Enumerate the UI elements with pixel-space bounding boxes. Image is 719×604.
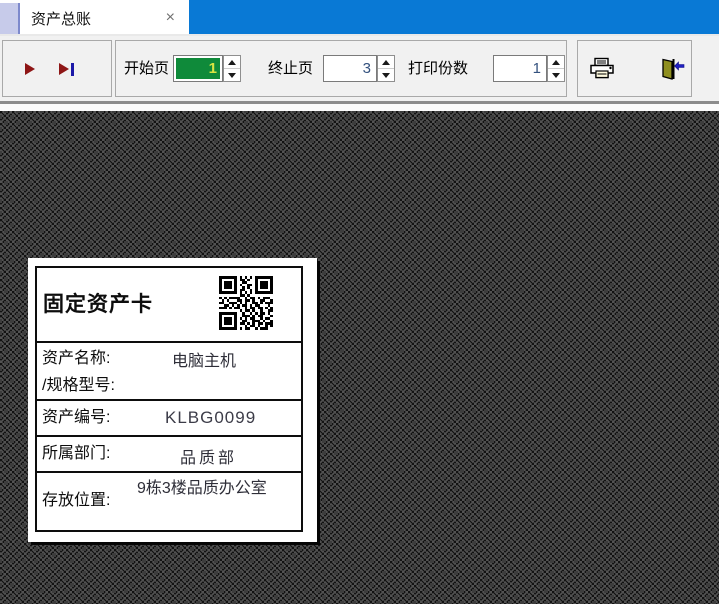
tab-strip: 资产总账 × [0, 0, 719, 34]
nav-panel [2, 40, 112, 97]
card-title: 固定资产卡 [43, 268, 153, 341]
qr-code [219, 276, 273, 330]
exit-button[interactable] [655, 47, 689, 91]
up-arrow-icon [382, 60, 390, 65]
end-page-stepper [377, 55, 395, 82]
department-value: 品质部 [180, 444, 237, 468]
next-page-button[interactable] [15, 47, 45, 91]
page-settings-panel: 开始页 终止页 打印份数 [115, 40, 567, 97]
down-arrow-icon [382, 73, 390, 78]
start-page-up-button[interactable] [224, 56, 240, 69]
tab-title: 资产总账 [31, 8, 91, 29]
copies-label: 打印份数 [408, 41, 468, 96]
card-row-name: 资产名称: /规格型号: 电脑主机 [37, 341, 301, 399]
end-page-input[interactable] [323, 55, 377, 82]
asset-code-value: KLBG0099 [165, 408, 256, 428]
start-page-label: 开始页 [124, 41, 169, 96]
end-page-up-button[interactable] [378, 56, 394, 69]
tab-asset-ledger[interactable]: 资产总账 × [22, 3, 189, 34]
copies-input[interactable] [493, 55, 547, 82]
copies-down-button[interactable] [548, 69, 564, 81]
next-page-icon [25, 63, 35, 75]
exit-door-icon [659, 57, 685, 81]
card-row-location: 存放位置: 9栋3楼品质办公室 [37, 471, 301, 528]
department-label: 所属部门: [42, 437, 110, 471]
start-page-stepper [223, 55, 241, 82]
start-page-input[interactable] [173, 55, 223, 82]
close-icon[interactable]: × [166, 9, 175, 27]
print-preview-area[interactable]: 固定资产卡 资产名称: /规格型号: 电脑主机 资产编号: KLBG0099 所… [0, 111, 719, 604]
tabstrip-background [189, 0, 719, 34]
asset-name-value: 电脑主机 [172, 347, 236, 371]
start-page-down-button[interactable] [224, 69, 240, 81]
tabstrip-corner-block [0, 3, 20, 34]
actions-panel [577, 40, 692, 97]
location-value: 9栋3楼品质办公室 [137, 474, 267, 498]
down-arrow-icon [228, 73, 236, 78]
card-row-code: 资产编号: KLBG0099 [37, 399, 301, 435]
print-button[interactable] [585, 47, 619, 91]
last-page-button[interactable] [51, 47, 81, 91]
preview-top-margin [0, 104, 719, 111]
last-page-icon [59, 63, 69, 75]
end-page-down-button[interactable] [378, 69, 394, 81]
up-arrow-icon [552, 60, 560, 65]
app-window: 资产总账 × 开始页 终止页 [0, 0, 719, 604]
printer-icon [589, 57, 615, 81]
last-page-bar-icon [71, 63, 74, 76]
copies-up-button[interactable] [548, 56, 564, 69]
end-page-label: 终止页 [268, 41, 313, 96]
down-arrow-icon [552, 73, 560, 78]
location-label: 存放位置: [42, 486, 110, 510]
card-header-row: 固定资产卡 [37, 268, 301, 341]
up-arrow-icon [228, 60, 236, 65]
asset-card: 固定资产卡 资产名称: /规格型号: 电脑主机 资产编号: KLBG0099 所… [35, 266, 303, 532]
asset-name-label: 资产名称: /规格型号: [42, 345, 115, 399]
asset-code-label: 资产编号: [42, 401, 110, 435]
copies-stepper [547, 55, 565, 82]
card-row-department: 所属部门: 品质部 [37, 435, 301, 471]
toolbar: 开始页 终止页 打印份数 [0, 36, 719, 101]
preview-page: 固定资产卡 资产名称: /规格型号: 电脑主机 资产编号: KLBG0099 所… [28, 258, 317, 542]
